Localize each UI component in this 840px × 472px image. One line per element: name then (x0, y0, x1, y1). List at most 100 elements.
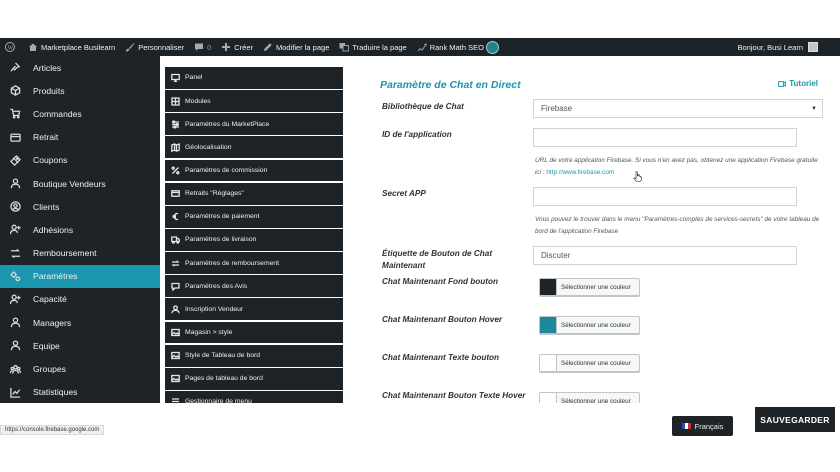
sidebar-item-label: Adhésions (33, 224, 74, 235)
submenu-item[interactable]: Paramètres de livraison (165, 228, 343, 251)
sliders-icon (171, 120, 180, 129)
truck-icon (171, 235, 180, 245)
translate-page-label: Traduire la page (352, 42, 407, 52)
comments-link[interactable]: 0 (189, 38, 216, 56)
settings-submenu: Panel Modules Paramètres du MarketPlace Géo… (165, 67, 343, 403)
submenu-item[interactable]: Paramètres de commission (165, 159, 343, 182)
admin-bar: W Marketplace Busilearn Personnaliser 0 … (0, 38, 840, 56)
seo-link[interactable]: Rank Math SEO (412, 38, 504, 56)
submenu-item[interactable]: Inscription Vendeur (165, 298, 343, 321)
chat-settings-panel: Paramètre de Chat en Direct Tutoriel Bib… (345, 67, 825, 403)
submenu-item[interactable]: Pages de tableau de bord (165, 367, 343, 390)
app-id-input[interactable] (533, 128, 797, 147)
submenu-item[interactable]: Paramètres du MarketPlace (165, 113, 343, 136)
user-plus-icon (10, 224, 21, 235)
sidebar-item-remboursement[interactable]: Remboursement (0, 242, 160, 265)
sidebar-item-clients[interactable]: Clients (0, 195, 160, 218)
sidebar-item-boutique-vendeurs[interactable]: Boutique Vendeurs (0, 172, 160, 195)
modules-icon (171, 96, 180, 106)
sidebar-item-coupons[interactable]: Coupons (0, 149, 160, 172)
image-icon (171, 374, 180, 383)
tutorial-link[interactable]: Tutoriel (778, 79, 818, 88)
color-picker-button[interactable]: Sélectionner une couleur (539, 354, 640, 372)
button-label-label: Étiquette de Bouton de Chat Maintenant (382, 249, 493, 270)
submenu-item[interactable]: Géolocalisation (165, 136, 343, 159)
gift-icon (10, 154, 21, 166)
sidebar-item-label: Articles (33, 62, 62, 73)
submenu-item-label: Paramètres de livraison (185, 236, 257, 244)
submenu-item-label: Paramètres de paiement (185, 213, 260, 221)
secret-label: Secret APP (382, 189, 426, 198)
wordpress-logo-icon[interactable]: W (0, 38, 23, 56)
hand-cursor-icon (633, 171, 642, 182)
comment-icon (171, 282, 180, 291)
color-label-2: Chat Maintenant Texte bouton (382, 353, 500, 362)
color-picker-button[interactable]: Sélectionner une couleur (539, 278, 640, 296)
button-label-input[interactable]: Discuter (533, 246, 797, 265)
color-swatch (540, 317, 557, 333)
sidebar-item-adhesions[interactable]: Adhésions (0, 218, 160, 241)
submenu-item[interactable]: Panel (165, 67, 343, 89)
firebase-link[interactable]: http://www.firebase.com (546, 169, 614, 176)
color-label-3: Chat Maintenant Bouton Texte Hover (382, 391, 526, 400)
color-picker-label: Sélectionner une couleur (561, 397, 631, 404)
pin-icon (10, 62, 21, 73)
user-icon (171, 305, 180, 314)
submenu-item[interactable]: Paramètres de remboursement (165, 252, 343, 275)
submenu-item[interactable]: Paramètres de paiement (165, 205, 343, 228)
submenu-item-label: Paramètres des Avis (185, 282, 248, 290)
user-plus-icon (10, 294, 21, 305)
edit-page-link[interactable]: Modifier la page (258, 38, 334, 56)
sidebar-item-groupes[interactable]: Groupes (0, 357, 160, 380)
return-icon (171, 259, 180, 268)
save-button[interactable]: SAUVEGARDER (755, 407, 835, 432)
submenu-item[interactable]: Magasin > style (165, 321, 343, 344)
color-picker-label: Sélectionner une couleur (561, 359, 631, 367)
sidebar-item-managers[interactable]: Managers (0, 311, 160, 334)
submenu-item[interactable]: Paramètres des Avis (165, 275, 343, 298)
translate-page-link[interactable]: Traduire la page (334, 38, 411, 56)
submenu-item-label: Paramètres de remboursement (185, 259, 280, 267)
edit-page-label: Modifier la page (276, 42, 330, 52)
sidebar-item-retrait[interactable]: Retrait (0, 126, 160, 149)
sidebar-item-articles[interactable]: Articles (0, 56, 160, 79)
sidebar-item-equipe[interactable]: Equipe (0, 334, 160, 357)
user-account[interactable]: Bonjour, Busi Learn (738, 42, 840, 52)
color-picker-button[interactable]: Sélectionner une couleur (539, 316, 640, 334)
svg-text:W: W (8, 45, 14, 51)
new-content-link[interactable]: Créer (216, 38, 258, 56)
customize-link[interactable]: Personnaliser (120, 38, 189, 56)
image-icon (171, 328, 180, 337)
sidebar-item-label: Managers (33, 317, 72, 328)
sidebar-item-statistiques[interactable]: Statistiques (0, 381, 160, 403)
sidebar-item-parametres[interactable]: Paramètres (0, 264, 160, 288)
site-name-link[interactable]: Marketplace Busilearn (23, 38, 120, 56)
location-icon (171, 142, 180, 152)
euro-icon (171, 212, 180, 221)
submenu-item-label: Magasin > style (185, 328, 233, 336)
submenu-item[interactable]: Gestionnaire de menu (165, 390, 343, 403)
sidebar-item-commandes[interactable]: Commandes (0, 102, 160, 125)
sidebar-item-capacite[interactable]: Capacité (0, 288, 160, 311)
user-icon (10, 317, 21, 328)
group-icon (10, 364, 21, 375)
color-picker-button[interactable]: Sélectionner une couleur (539, 392, 640, 403)
sidebar-item-produits[interactable]: Produits (0, 79, 160, 102)
submenu-item[interactable]: Modules (165, 90, 343, 113)
new-label: Créer (234, 42, 253, 52)
sidebar-item-label: Groupes (33, 364, 66, 375)
sidebar-item-label: Equipe (33, 340, 60, 351)
submenu-item[interactable]: Style de Tableau de bord (165, 344, 343, 367)
sidebar-item-label: Paramètres (33, 271, 78, 282)
user-icon (10, 178, 21, 189)
library-select[interactable]: Firebase ▼ (533, 99, 823, 118)
sidebar-item-label: Retrait (33, 132, 59, 143)
color-swatch (540, 355, 557, 371)
color-picker-label: Sélectionner une couleur (561, 321, 631, 329)
secret-input[interactable] (533, 187, 797, 206)
avatar (808, 42, 818, 52)
language-switcher[interactable]: Français (672, 416, 733, 436)
color-label-0: Chat Maintenant Fond bouton (382, 277, 498, 286)
sidebar-item-label: Remboursement (33, 248, 97, 259)
submenu-item[interactable]: Retraits "Réglages" (165, 182, 343, 205)
